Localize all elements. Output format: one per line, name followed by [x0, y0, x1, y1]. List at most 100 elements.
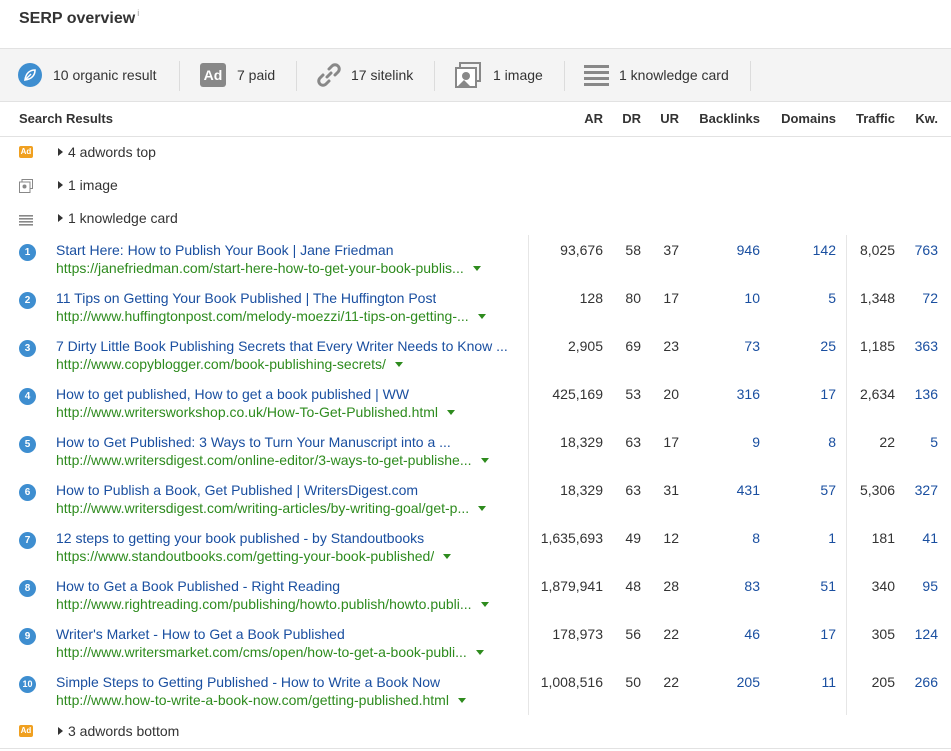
col-traffic[interactable]: Traffic — [856, 111, 895, 126]
image-icon — [454, 61, 482, 89]
cell-domains[interactable]: 1 — [828, 530, 836, 546]
result-title-link[interactable]: How to get published, How to get a book … — [56, 386, 409, 402]
summary-image-label: 1 image — [493, 67, 543, 83]
cell-kw[interactable]: 124 — [915, 626, 938, 642]
feature-row-knowledge-card[interactable]: 1 knowledge card — [0, 202, 951, 235]
result-title-link[interactable]: How to Get a Book Published - Right Read… — [56, 578, 340, 594]
ad-icon: Ad — [19, 725, 33, 737]
cell-kw[interactable]: 136 — [915, 386, 938, 402]
result-url-link[interactable]: http://www.writersdigest.com/online-edit… — [56, 452, 472, 468]
table-row: 2 11 Tips on Getting Your Book Published … — [0, 283, 951, 331]
cell-ar: 128 — [579, 290, 603, 306]
cell-domains[interactable]: 11 — [821, 674, 836, 690]
divider — [0, 748, 951, 749]
result-url-link[interactable]: http://www.huffingtonpost.com/melody-moe… — [56, 308, 469, 324]
cell-kw[interactable]: 266 — [915, 674, 938, 690]
result-url-link[interactable]: https://www.standoutbooks.com/getting-yo… — [56, 548, 434, 564]
table-row: 9 Writer's Market - How to Get a Book Pub… — [0, 619, 951, 667]
cell-kw[interactable]: 41 — [922, 530, 938, 546]
summary-knowledge-card[interactable]: 1 knowledge card — [584, 49, 729, 101]
summary-sitelink[interactable]: 17 sitelink — [316, 49, 413, 101]
feature-row-adwords-top[interactable]: Ad 4 adwords top — [0, 136, 951, 169]
feature-row-image[interactable]: 1 image — [0, 169, 951, 202]
table-row: 7 12 steps to getting your book published… — [0, 523, 951, 571]
col-dr[interactable]: DR — [622, 111, 641, 126]
url-dropdown-caret-icon[interactable] — [478, 314, 486, 319]
url-dropdown-caret-icon[interactable] — [481, 602, 489, 607]
result-title-link[interactable]: 7 Dirty Little Book Publishing Secrets t… — [56, 338, 508, 354]
result-url-link[interactable]: http://www.copyblogger.com/book-publishi… — [56, 356, 386, 372]
table-header: Search Results AR DR UR Backlinks Domain… — [0, 102, 951, 137]
result-title-link[interactable]: 11 Tips on Getting Your Book Published |… — [56, 290, 436, 306]
feature-label: 4 adwords top — [68, 144, 156, 160]
cell-traffic: 22 — [879, 434, 895, 450]
url-dropdown-caret-icon[interactable] — [476, 650, 484, 655]
cell-ar: 1,879,941 — [540, 578, 603, 594]
cell-domains[interactable]: 51 — [820, 578, 836, 594]
url-dropdown-caret-icon[interactable] — [473, 266, 481, 271]
cell-backlinks[interactable]: 946 — [737, 242, 760, 258]
cell-traffic: 181 — [871, 530, 895, 546]
cell-domains[interactable]: 142 — [813, 242, 836, 258]
cell-kw[interactable]: 5 — [930, 434, 938, 450]
summary-image[interactable]: 1 image — [454, 49, 543, 101]
cell-domains[interactable]: 17 — [820, 626, 836, 642]
cell-kw[interactable]: 327 — [915, 482, 938, 498]
col-ur[interactable]: UR — [660, 111, 679, 126]
cell-domains[interactable]: 5 — [828, 290, 836, 306]
cell-kw[interactable]: 363 — [915, 338, 938, 354]
url-dropdown-caret-icon[interactable] — [443, 554, 451, 559]
cell-ur: 23 — [663, 338, 679, 354]
url-dropdown-caret-icon[interactable] — [458, 698, 466, 703]
result-title-link[interactable]: 12 steps to getting your book published … — [56, 530, 424, 546]
divider — [434, 61, 435, 91]
col-backlinks[interactable]: Backlinks — [699, 111, 760, 126]
expand-caret-icon[interactable] — [58, 148, 63, 156]
cell-kw[interactable]: 95 — [922, 578, 938, 594]
cell-dr: 69 — [625, 338, 641, 354]
cell-kw[interactable]: 763 — [915, 242, 938, 258]
cell-backlinks[interactable]: 10 — [744, 290, 760, 306]
result-title-link[interactable]: Writer's Market - How to Get a Book Publ… — [56, 626, 345, 642]
url-dropdown-caret-icon[interactable] — [447, 410, 455, 415]
cell-domains[interactable]: 25 — [820, 338, 836, 354]
cell-dr: 53 — [625, 386, 641, 402]
col-kw[interactable]: Kw. — [915, 111, 938, 126]
result-url-link[interactable]: http://www.writersdigest.com/writing-art… — [56, 500, 469, 516]
result-title-link[interactable]: Start Here: How to Publish Your Book | J… — [56, 242, 393, 258]
col-domains[interactable]: Domains — [781, 111, 836, 126]
cell-backlinks[interactable]: 9 — [752, 434, 760, 450]
cell-backlinks[interactable]: 205 — [737, 674, 760, 690]
col-search-results: Search Results — [19, 111, 113, 126]
cell-backlinks[interactable]: 316 — [737, 386, 760, 402]
result-url-link[interactable]: https://janefriedman.com/start-here-how-… — [56, 260, 464, 276]
result-url-link[interactable]: http://www.writersworkshop.co.uk/How-To-… — [56, 404, 438, 420]
expand-caret-icon[interactable] — [58, 727, 63, 735]
cell-backlinks[interactable]: 46 — [744, 626, 760, 642]
url-dropdown-caret-icon[interactable] — [481, 458, 489, 463]
feature-row-adwords-bottom[interactable]: Ad 3 adwords bottom — [0, 715, 951, 748]
result-url-link[interactable]: http://www.how-to-write-a-book-now.com/g… — [56, 692, 449, 708]
url-dropdown-caret-icon[interactable] — [395, 362, 403, 367]
expand-caret-icon[interactable] — [58, 214, 63, 222]
cell-backlinks[interactable]: 83 — [744, 578, 760, 594]
expand-caret-icon[interactable] — [58, 181, 63, 189]
cell-backlinks[interactable]: 8 — [752, 530, 760, 546]
result-title-link[interactable]: How to Publish a Book, Get Published | W… — [56, 482, 418, 498]
cell-kw[interactable]: 72 — [922, 290, 938, 306]
info-icon[interactable]: i — [137, 8, 139, 18]
col-ar[interactable]: AR — [584, 111, 603, 126]
result-title-link[interactable]: Simple Steps to Getting Published - How … — [56, 674, 440, 690]
cell-domains[interactable]: 57 — [820, 482, 836, 498]
cell-domains[interactable]: 8 — [828, 434, 836, 450]
cell-backlinks[interactable]: 73 — [744, 338, 760, 354]
cell-backlinks[interactable]: 431 — [737, 482, 760, 498]
cell-traffic: 8,025 — [859, 242, 895, 258]
result-url-link[interactable]: http://www.rightreading.com/publishing/h… — [56, 596, 472, 612]
url-dropdown-caret-icon[interactable] — [478, 506, 486, 511]
result-title-link[interactable]: How to Get Published: 3 Ways to Turn You… — [56, 434, 451, 450]
summary-paid[interactable]: Ad 7 paid — [200, 49, 275, 101]
cell-domains[interactable]: 17 — [820, 386, 836, 402]
result-url-link[interactable]: http://www.writersmarket.com/cms/open/ho… — [56, 644, 467, 660]
summary-organic[interactable]: 10 organic result — [17, 49, 157, 101]
